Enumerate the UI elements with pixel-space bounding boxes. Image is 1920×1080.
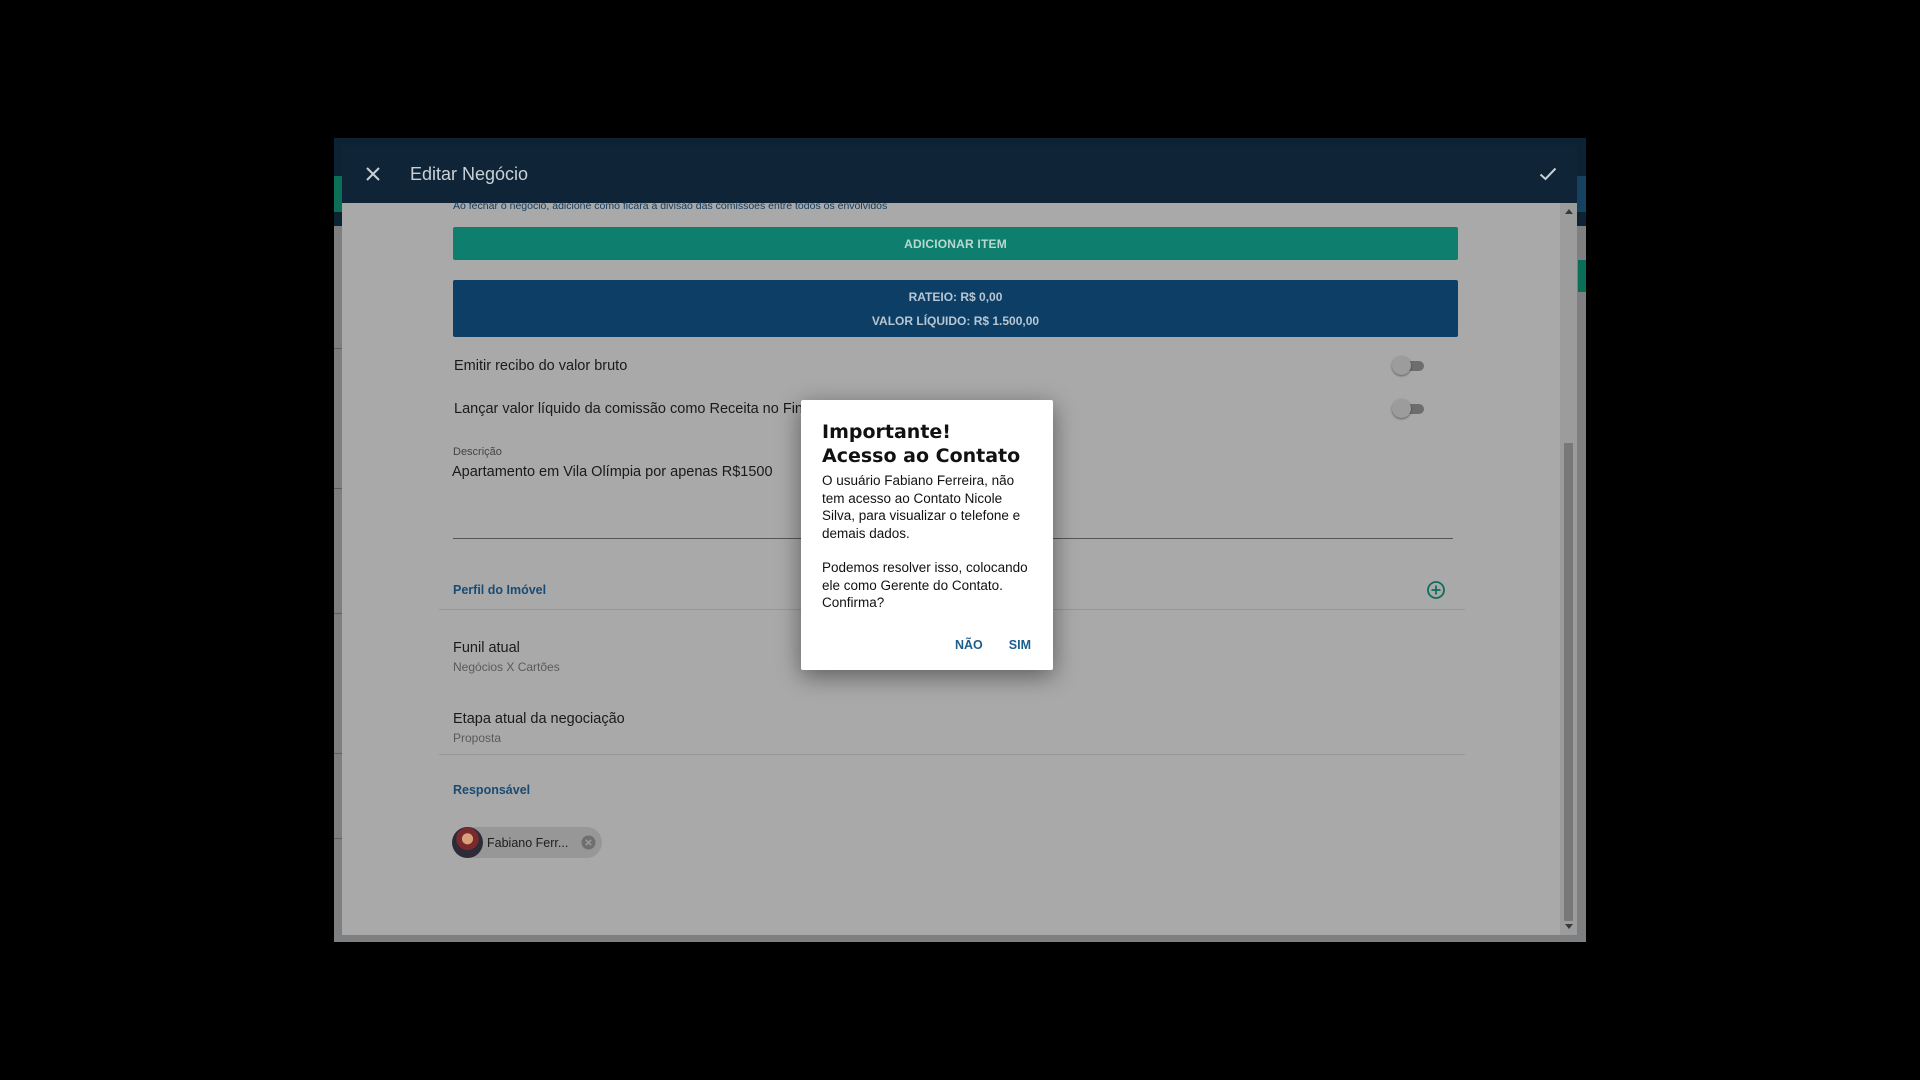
yes-button[interactable]: SIM bbox=[1009, 638, 1031, 652]
check-icon bbox=[1539, 167, 1557, 181]
close-button[interactable] bbox=[358, 159, 388, 189]
scroll-down-icon[interactable] bbox=[1565, 924, 1573, 929]
net-revenue-toggle[interactable] bbox=[1392, 399, 1424, 418]
close-icon bbox=[366, 167, 380, 181]
background-divider bbox=[334, 488, 342, 489]
responsible-chip[interactable]: Fabiano Ferr... bbox=[452, 827, 602, 858]
dialog-actions: NÃO SIM bbox=[955, 638, 1031, 652]
responsible-title: Responsável bbox=[453, 783, 531, 797]
add-item-button[interactable]: ADICIONAR ITEM bbox=[453, 227, 1458, 260]
background-divider bbox=[334, 838, 342, 839]
stage-title[interactable]: Etapa atual da negociação bbox=[453, 711, 625, 727]
scrollbar-thumb[interactable] bbox=[1564, 443, 1573, 921]
section-divider bbox=[439, 754, 1465, 755]
background-divider bbox=[334, 613, 342, 614]
background-accent bbox=[1578, 260, 1586, 292]
funnel-value: Negócios X Cartões bbox=[453, 660, 560, 674]
no-button[interactable]: NÃO bbox=[955, 638, 983, 652]
rateio-value: RATEIO: R$ 0,00 bbox=[908, 289, 1003, 304]
background-divider bbox=[334, 753, 342, 754]
dialog-question: Podemos resolver isso, colocando ele com… bbox=[822, 560, 1028, 610]
toggle-label: Emitir recibo do valor bruto bbox=[454, 358, 628, 374]
add-circle-icon[interactable] bbox=[1426, 580, 1446, 600]
description-input[interactable]: Apartamento em Vila Olímpia por apenas R… bbox=[452, 464, 773, 480]
dialog-body: O usuário Fabiano Ferreira, não tem aces… bbox=[822, 472, 1031, 612]
toggle-row-gross-receipt: Emitir recibo do valor bruto bbox=[454, 354, 1454, 378]
scroll-up-icon[interactable] bbox=[1565, 209, 1573, 214]
remove-chip-icon[interactable] bbox=[581, 835, 596, 850]
confirm-button[interactable] bbox=[1533, 159, 1563, 189]
background-accent bbox=[1576, 176, 1586, 212]
property-profile-title: Perfil do Imóvel bbox=[453, 583, 547, 597]
commission-summary: RATEIO: R$ 0,00 VALOR LÍQUIDO: R$ 1.500,… bbox=[453, 280, 1458, 337]
modal-title: Editar Negócio bbox=[410, 163, 529, 184]
modal-header: Editar Negócio bbox=[342, 145, 1577, 203]
gross-receipt-toggle[interactable] bbox=[1392, 356, 1424, 375]
scrollbar[interactable] bbox=[1560, 203, 1577, 935]
commission-hint: Ao fechar o negócio, adicione como ficar… bbox=[453, 200, 888, 212]
stage-value: Proposta bbox=[453, 731, 502, 745]
dialog-title: Importante! Acesso ao Contato bbox=[822, 421, 1021, 467]
access-confirm-dialog: Importante! Acesso ao Contato O usuário … bbox=[801, 400, 1053, 670]
toggle-label: Lançar valor líquido da comissão como Re… bbox=[454, 401, 851, 417]
net-value: VALOR LÍQUIDO: R$ 1.500,00 bbox=[871, 313, 1040, 328]
chip-label: Fabiano Ferr... bbox=[487, 835, 569, 850]
funnel-title[interactable]: Funil atual bbox=[453, 640, 520, 656]
description-label: Descrição bbox=[453, 446, 502, 458]
dialog-message: O usuário Fabiano Ferreira, não tem aces… bbox=[822, 473, 1021, 541]
avatar bbox=[452, 827, 483, 858]
background-divider bbox=[334, 348, 342, 349]
